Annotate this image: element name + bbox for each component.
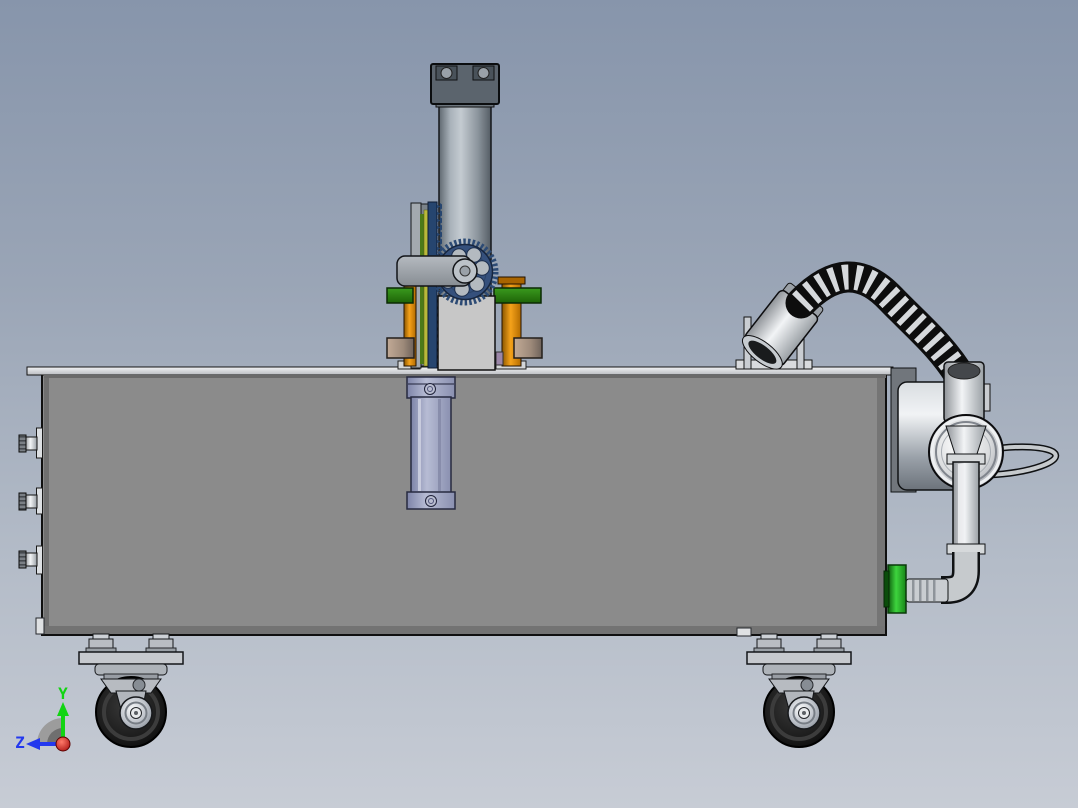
cylinder-screw (424, 383, 436, 395)
cylinder-screw (425, 495, 437, 507)
inlet-opening (947, 362, 981, 380)
slider-block[interactable] (437, 295, 496, 371)
z-axis-label: Z (15, 733, 25, 752)
caster-rear[interactable] (745, 632, 853, 749)
cad-viewport: Y Z (0, 0, 1078, 808)
triad-origin (55, 736, 71, 752)
tank-fitting-ring (883, 570, 890, 608)
knurled-knob[interactable] (18, 434, 27, 453)
green-guide-plate[interactable] (493, 287, 542, 304)
green-guide-plate[interactable] (386, 287, 414, 304)
knurled-knob[interactable] (18, 492, 27, 511)
z-axis-arrow (26, 738, 40, 750)
cabinet-corner-tab (35, 617, 45, 635)
cabinet-bottom-bracket (736, 627, 752, 637)
rack-pinion-assembly[interactable] (386, 63, 543, 371)
purple-spacer (495, 351, 504, 366)
green-strip (420, 214, 424, 364)
cap-bolt (440, 67, 453, 79)
pump-assembly[interactable] (883, 361, 1060, 614)
y-axis-arrow (57, 702, 69, 716)
equipment-cabinet[interactable] (35, 372, 887, 637)
tan-spring-seat[interactable] (513, 337, 543, 359)
side-knobs[interactable] (18, 427, 43, 575)
tank-fitting-green[interactable] (887, 564, 907, 614)
deck-shadow (44, 375, 886, 378)
caster-front[interactable] (77, 632, 185, 749)
y-axis-label: Y (58, 684, 68, 703)
cad-scene: Y Z (15, 63, 1060, 752)
flexible-hose[interactable] (785, 261, 977, 394)
knurled-knob[interactable] (18, 550, 27, 569)
tan-spring-seat[interactable] (386, 337, 415, 359)
orientation-triad[interactable]: Y Z (15, 684, 71, 752)
drain-pipe[interactable] (952, 461, 980, 548)
cap-bolt (477, 67, 490, 79)
lift-cylinder[interactable] (406, 376, 456, 510)
